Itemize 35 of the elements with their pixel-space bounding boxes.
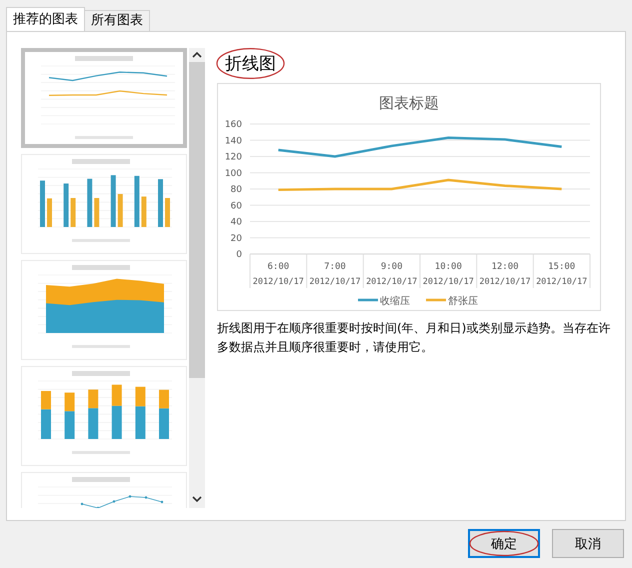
x-axis-label: 12:00 xyxy=(491,262,519,272)
x-axis-label: 6:00 xyxy=(268,262,290,272)
y-tick-label: 160 xyxy=(224,120,242,130)
highlight-ellipse xyxy=(217,48,284,79)
x-axis-label: 2012/10/17 xyxy=(366,277,418,287)
y-tick-label: 40 xyxy=(230,218,242,228)
y-tick-label: 120 xyxy=(224,152,242,162)
y-tick-label: 20 xyxy=(230,234,242,244)
legend-swatch xyxy=(358,298,378,302)
y-tick-label: 0 xyxy=(236,250,242,260)
legend-label: 收缩压 xyxy=(380,296,410,307)
y-tick-label: 140 xyxy=(224,136,242,146)
x-axis-label: 10:00 xyxy=(434,262,462,272)
x-axis-label: 9:00 xyxy=(380,262,402,272)
x-axis-label: 7:00 xyxy=(324,262,346,272)
tab[interactable]: 推荐的图表 xyxy=(6,7,85,31)
highlight-ellipse xyxy=(470,531,538,556)
cancel-button[interactable]: 取消 xyxy=(552,529,624,558)
ok-button[interactable]: 确定 xyxy=(468,529,540,558)
y-tick-label: 60 xyxy=(230,201,242,212)
y-tick-label: 100 xyxy=(224,168,242,179)
tab[interactable]: 所有图表 xyxy=(84,10,150,31)
chart-title: 图表标题 xyxy=(379,94,439,112)
x-axis-label: 2012/10/17 xyxy=(309,277,361,287)
chart-description: 折线图用于在顺序很重要时按时间(年、月和日)或类别显示趋势。当存在许多数据点并且顺序很重要时，请使用它。 xyxy=(217,320,612,356)
x-axis-label: 2012/10/17 xyxy=(422,277,474,287)
legend-label: 舒张压 xyxy=(448,296,478,307)
scrollbar-thumb[interactable] xyxy=(189,62,205,378)
x-axis-label: 2012/10/17 xyxy=(536,277,588,287)
x-axis-label: 15:00 xyxy=(548,262,576,272)
chart-type-name: 折线图 xyxy=(225,54,276,74)
legend-swatch xyxy=(426,298,446,302)
y-tick-label: 80 xyxy=(230,185,242,195)
x-axis-label: 2012/10/17 xyxy=(252,277,304,287)
x-axis-label: 2012/10/17 xyxy=(479,277,531,287)
